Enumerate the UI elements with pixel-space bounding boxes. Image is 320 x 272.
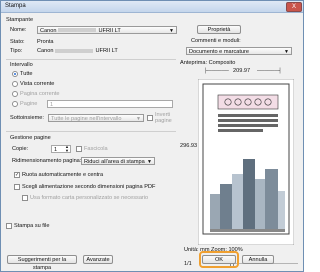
range-current-page-radio[interactable] bbox=[12, 91, 18, 97]
print-tips-button[interactable]: Suggerimenti per la stampa bbox=[7, 255, 77, 271]
range-all-label: Tutte bbox=[20, 71, 33, 77]
choose-source-checkbox[interactable] bbox=[14, 184, 20, 190]
title-bar: Stampa X bbox=[1, 1, 303, 13]
preview-width-arrow-end: ──────┤ bbox=[257, 68, 282, 74]
printer-name-select[interactable]: Canon UFRII LT ▼ bbox=[37, 26, 177, 34]
cancel-button[interactable]: Annulla bbox=[242, 255, 274, 264]
copies-stepper[interactable]: 1 ▲ ▼ bbox=[51, 145, 71, 153]
printer-state-value: Pronta bbox=[37, 39, 54, 45]
range-pages-label: Pagine bbox=[20, 101, 38, 107]
custom-size-checkbox[interactable] bbox=[22, 195, 28, 201]
subset-value: Tutte le pagine nell'intervallo bbox=[51, 115, 122, 122]
chevron-down-icon: ▼ bbox=[136, 116, 141, 122]
chevron-down-icon: ▼ bbox=[147, 159, 152, 165]
preview-height-value: 296.93 bbox=[180, 143, 198, 149]
autorotate-label: Ruota automaticamente e centra bbox=[22, 172, 104, 178]
collate-checkbox[interactable] bbox=[76, 146, 82, 152]
stepper-arrows-icon[interactable]: ▲ ▼ bbox=[65, 145, 69, 153]
collate-label: Fascicola bbox=[84, 146, 108, 152]
printer-type-value: Canon UFRII LT bbox=[37, 48, 118, 54]
range-section-label: Intervallo bbox=[10, 62, 33, 68]
print-dialog: Stampa X Stampante Nome: Canon UFRII LT ▼… bbox=[0, 0, 304, 272]
printer-name-label: Nome: bbox=[10, 27, 27, 33]
pages-input[interactable]: 1 bbox=[47, 100, 173, 108]
advanced-button[interactable]: Avanzate bbox=[83, 255, 113, 264]
window-title: Stampa bbox=[5, 3, 26, 9]
range-current-view-radio[interactable] bbox=[12, 81, 18, 87]
ok-button[interactable]: OK bbox=[202, 255, 236, 264]
autorotate-checkbox[interactable]: ✓ bbox=[14, 172, 20, 178]
chevron-down-icon: ▼ bbox=[169, 28, 174, 34]
copies-value: 1 bbox=[54, 146, 58, 153]
range-current-view-label: Vista corrente bbox=[20, 81, 55, 87]
subset-select[interactable]: Tutte le pagine nell'intervallo ▼ bbox=[48, 114, 144, 122]
custom-size-label: Usa formato carta personalizzato se nece… bbox=[30, 195, 149, 201]
redacted-text bbox=[58, 28, 97, 33]
preview-label: Anteprima: Composito bbox=[180, 60, 236, 66]
comments-select[interactable]: Documento e marcature ▼ bbox=[186, 47, 292, 55]
range-all-radio[interactable] bbox=[12, 71, 18, 77]
preview-page-graphic bbox=[197, 78, 295, 246]
print-to-file-checkbox[interactable] bbox=[6, 223, 12, 229]
printer-type-label: Tipo: bbox=[10, 48, 23, 54]
comments-label: Commenti e moduli: bbox=[191, 38, 241, 44]
reverse-pages-label: Inverti pagine bbox=[155, 112, 172, 124]
scaling-select[interactable]: Riduci all'area di stampa ▼ bbox=[81, 157, 155, 165]
scaling-label: Ridimensionamento pagina: bbox=[12, 158, 82, 164]
comments-value: Documento e marcature bbox=[189, 48, 250, 55]
scaling-value: Riduci all'area di stampa bbox=[84, 158, 145, 165]
divider bbox=[6, 59, 176, 60]
pages-input-value: 1 bbox=[50, 101, 54, 108]
copies-label: Copie: bbox=[12, 146, 29, 152]
printer-name-suffix: UFRII LT bbox=[98, 27, 121, 34]
printer-state-label: Stato: bbox=[10, 39, 25, 45]
reverse-pages-checkbox[interactable] bbox=[147, 115, 153, 121]
range-current-page-label: Pagina corrente bbox=[20, 91, 60, 97]
printer-section-label: Stampante bbox=[6, 17, 34, 23]
range-pages-radio[interactable] bbox=[12, 101, 18, 107]
printer-name-value: Canon bbox=[40, 27, 57, 34]
chevron-down-icon: ▼ bbox=[284, 49, 289, 55]
handling-section-label: Gestione pagine bbox=[10, 135, 51, 141]
print-to-file-label: Stampa su file bbox=[14, 223, 50, 229]
preview-area bbox=[197, 78, 295, 246]
properties-button[interactable]: Proprietà bbox=[197, 25, 241, 34]
divider bbox=[6, 131, 176, 132]
close-icon[interactable]: X bbox=[286, 2, 302, 12]
preview-width-arrow: ├────── bbox=[204, 68, 229, 74]
preview-width-value: 209.97 bbox=[233, 68, 251, 74]
redacted-text bbox=[55, 48, 94, 53]
page-counter: 1/1 bbox=[184, 261, 192, 267]
choose-source-label: Scegli alimentazione secondo dimensioni … bbox=[22, 184, 156, 190]
subset-label: Sottoinsieme: bbox=[10, 115, 44, 121]
